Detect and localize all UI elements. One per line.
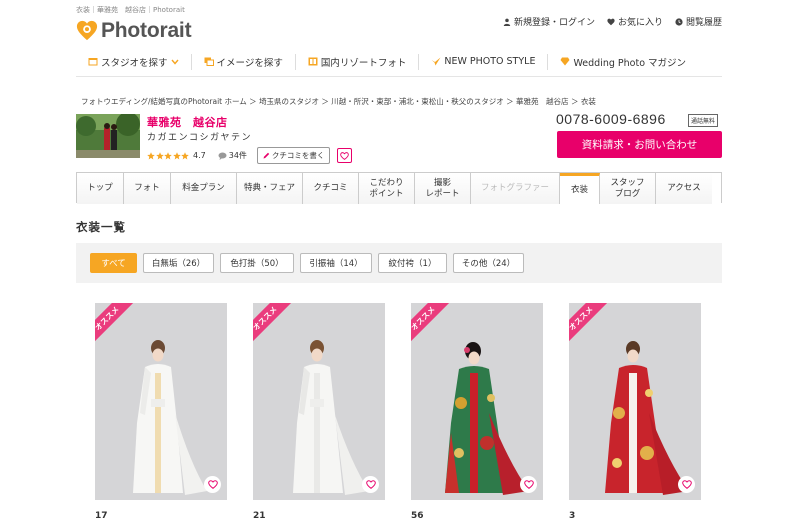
star-icon (147, 151, 155, 159)
calendar-icon (88, 58, 98, 66)
card-favorite-button[interactable] (678, 476, 695, 493)
recommend-label: オススメ (569, 303, 615, 353)
logo-text: Photorait (101, 19, 192, 42)
login-link[interactable]: 新規登録・ログイン (503, 15, 595, 28)
gnav-newstyle-label: NEW PHOTO STYLE (444, 56, 536, 67)
tab-access[interactable]: アクセス (656, 173, 712, 204)
heart-outline-icon (340, 151, 350, 160)
recommend-ribbon: オススメ (95, 303, 149, 357)
studio-kana: カガエンコシガヤテン (147, 133, 253, 143)
star-icon (172, 151, 181, 159)
recommend-ribbon: オススメ (411, 303, 465, 357)
tab-reviews[interactable]: クチコミ (303, 173, 359, 204)
tab-benefits[interactable]: 特典・フェア (237, 173, 303, 204)
review-count-label: 34件 (228, 151, 247, 160)
recommend-ribbon: オススメ (253, 303, 307, 357)
bird-icon (431, 57, 441, 66)
filter-montsuki[interactable]: 紋付袴（1） (378, 253, 447, 273)
studio-tabs: トップ フォト 料金プラン 特典・フェア クチコミ こだわり ポイント 撮影 レ… (76, 172, 722, 204)
pencil-icon (263, 152, 270, 159)
history-label: 閲覧履歴 (685, 18, 722, 28)
utility-links: 新規登録・ログイン お気に入り 閲覧履歴 (503, 15, 722, 28)
costume-card[interactable]: オススメ (411, 303, 543, 500)
gnav-new-photo-style[interactable]: NEW PHOTO STYLE (419, 53, 549, 70)
write-review-label: クチコミを書く (271, 151, 325, 160)
studio-name[interactable]: 華雅苑 越谷店 (147, 114, 228, 130)
filter-iro-uchikake[interactable]: 色打掛（50） (220, 253, 294, 273)
studio-favorite-button[interactable] (337, 148, 353, 163)
filter-all[interactable]: すべて (90, 253, 137, 273)
tab-plans[interactable]: 料金プラン (171, 173, 237, 204)
write-review-button[interactable]: クチコミを書く (256, 147, 331, 164)
star-icon (155, 151, 164, 159)
recommend-label: オススメ (411, 303, 457, 353)
section-title: 衣装一覧 (76, 220, 126, 234)
tab-costume[interactable]: 衣装 (560, 173, 600, 204)
free-call-badge: 通話無料 (688, 114, 719, 127)
filter-shiromuku[interactable]: 白無垢（26） (143, 253, 214, 273)
site-topline: 衣装｜華雅苑 越谷店｜Photorait (76, 6, 185, 14)
breadcrumb[interactable]: フォトウエディング/結婚写真のPhotorait ホーム ＞ 埼玉県のスタジオ … (81, 96, 596, 107)
book-icon (308, 57, 318, 66)
recommend-label: オススメ (253, 303, 299, 353)
rating-value: 4.7 (193, 151, 206, 160)
tab-points[interactable]: こだわり ポイント (359, 173, 415, 204)
card-favorite-button[interactable] (362, 476, 379, 493)
images-icon (204, 57, 214, 66)
costume-number[interactable]: 3 (569, 511, 575, 521)
heart-outline-icon (365, 480, 376, 489)
filter-other[interactable]: その他（24） (453, 253, 524, 273)
heart-outline-icon (523, 480, 534, 489)
recommend-ribbon: オススメ (569, 303, 623, 357)
gnav-image-search[interactable]: イメージを探す (192, 53, 296, 70)
studio-thumbnail[interactable] (76, 114, 140, 158)
clock-icon (675, 17, 683, 26)
user-icon (503, 18, 511, 26)
gnav-resort-photo[interactable]: 国内リゾートフォト (296, 53, 420, 70)
star-icon (181, 151, 189, 159)
rating-stars (147, 151, 189, 160)
filter-hikifurisode[interactable]: 引振袖（14） (300, 253, 372, 273)
review-count[interactable]: 34件 (218, 150, 247, 161)
costume-number[interactable]: 17 (95, 511, 108, 521)
favorites-label: お気に入り (617, 18, 663, 28)
gnav-resort-label: 国内リゾートフォト (320, 57, 407, 69)
comment-icon (218, 152, 227, 160)
costume-card[interactable]: オススメ (569, 303, 701, 500)
gnav-studio-search[interactable]: スタジオを探す (76, 53, 192, 70)
gnav-studio-label: スタジオを探す (101, 57, 168, 69)
tab-photographer: フォトグラファー (471, 173, 560, 204)
costume-card[interactable]: オススメ (95, 303, 227, 500)
star-icon (164, 151, 172, 159)
favorites-link[interactable]: お気に入り (607, 15, 663, 28)
heart-outline-icon (207, 480, 218, 489)
login-label: 新規登録・ログイン (513, 18, 595, 28)
gnav-magazine[interactable]: Wedding Photo マガジン (548, 54, 698, 70)
phone-number[interactable]: 0078-6009-6896 (556, 111, 666, 127)
diamond-icon (560, 57, 570, 66)
logo-heart-icon (76, 20, 98, 41)
tab-reports[interactable]: 撮影 レポート (415, 173, 471, 204)
filter-bar: すべて 白無垢（26） 色打掛（50） 引振袖（14） 紋付袴（1） その他（2… (76, 243, 722, 283)
card-favorite-button[interactable] (520, 476, 537, 493)
chevron-down-icon (170, 59, 179, 65)
rating-row: 4.7 34件 クチコミを書く (147, 147, 353, 164)
site-logo[interactable]: Photorait (76, 19, 192, 43)
costume-number[interactable]: 56 (411, 511, 424, 521)
heart-icon (607, 18, 615, 25)
costume-card[interactable]: オススメ (253, 303, 385, 500)
tab-staff-blog[interactable]: スタッフ ブログ (600, 173, 656, 204)
recommend-label: オススメ (95, 303, 141, 353)
global-nav: スタジオを探す イメージを探す 国内リゾートフォト NEW PHOTO STYL… (76, 47, 722, 77)
heart-outline-icon (681, 480, 692, 489)
tab-top[interactable]: トップ (77, 173, 124, 204)
tab-photo[interactable]: フォト (124, 173, 171, 204)
history-link[interactable]: 閲覧履歴 (675, 15, 722, 28)
card-favorite-button[interactable] (204, 476, 221, 493)
gnav-magazine-label: Wedding Photo マガジン (573, 57, 687, 69)
inquiry-button[interactable]: 資料請求・お問い合わせ (557, 131, 722, 158)
gnav-image-label: イメージを探す (216, 57, 283, 69)
costume-number[interactable]: 21 (253, 511, 266, 521)
